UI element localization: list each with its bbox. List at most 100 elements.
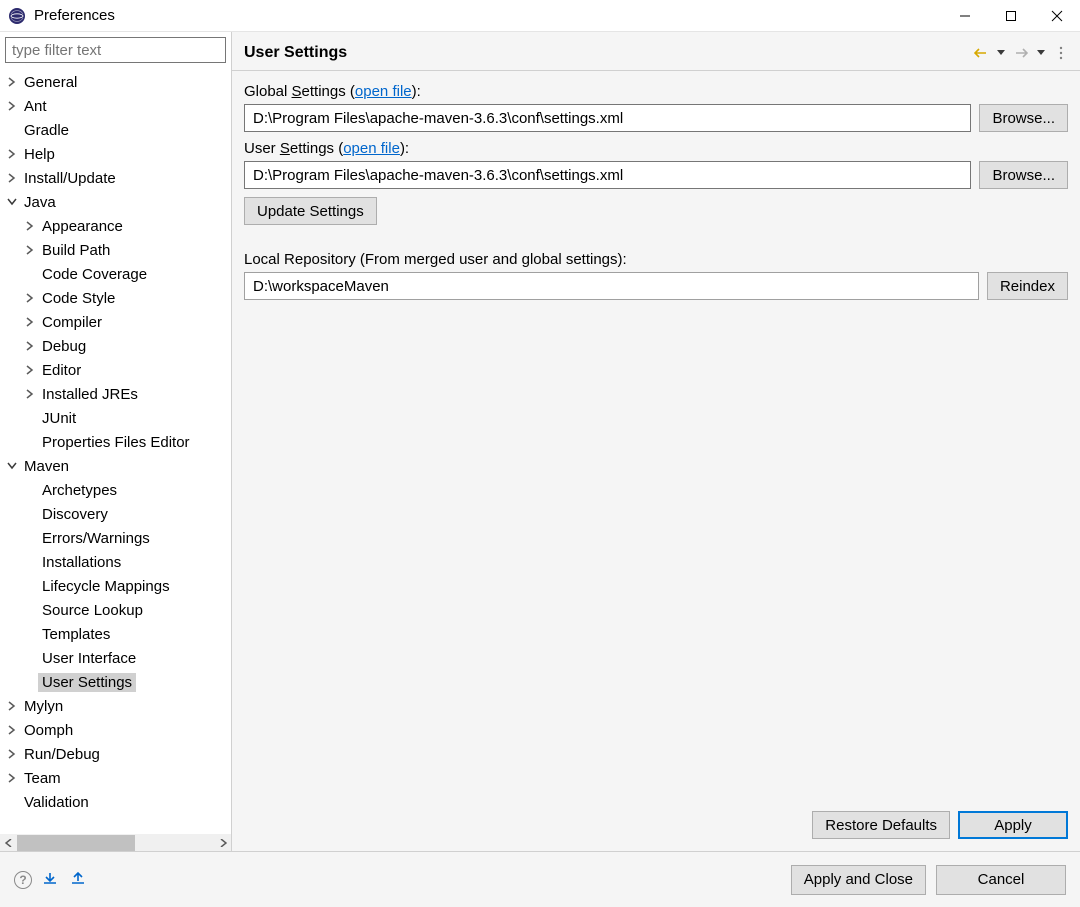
apply-and-close-button[interactable]: Apply and Close — [791, 865, 926, 895]
chevron-right-icon[interactable] — [4, 746, 20, 762]
tree-item-oomph[interactable]: Oomph — [0, 718, 231, 742]
scroll-left-icon[interactable] — [0, 835, 17, 852]
tree-item-label: Ant — [20, 97, 51, 116]
tree-item-install-update[interactable]: Install/Update — [0, 166, 231, 190]
window-buttons — [942, 0, 1080, 32]
tree-item-maven-lifecycle[interactable]: Lifecycle Mappings — [0, 574, 231, 598]
tree-item-maven-discovery[interactable]: Discovery — [0, 502, 231, 526]
footer-right: Apply and Close Cancel — [791, 865, 1066, 895]
tree-item-label: User Settings — [38, 673, 136, 692]
reindex-button[interactable]: Reindex — [987, 272, 1068, 300]
filter-wrap — [0, 32, 231, 68]
tree-item-label: Install/Update — [20, 169, 120, 188]
tree-item-maven[interactable]: Maven — [0, 454, 231, 478]
chevron-right-icon[interactable] — [22, 362, 38, 378]
back-icon[interactable] — [974, 46, 988, 60]
update-settings-button[interactable]: Update Settings — [244, 197, 377, 225]
chevron-right-icon[interactable] — [4, 722, 20, 738]
minimize-button[interactable] — [942, 0, 988, 32]
footer-left: ? — [14, 871, 88, 889]
forward-menu-icon[interactable] — [1034, 46, 1048, 60]
tree-item-label: Help — [20, 145, 59, 164]
tree-item-rundebug[interactable]: Run/Debug — [0, 742, 231, 766]
chevron-right-icon[interactable] — [4, 74, 20, 90]
help-icon[interactable]: ? — [14, 871, 32, 889]
tree-wrap: General Ant Gradle Help Install/Update JavaAp… — [0, 68, 231, 834]
tree-item-maven-ui[interactable]: User Interface — [0, 646, 231, 670]
user-settings-label: User Settings (open file): — [244, 140, 1068, 157]
chevron-right-icon[interactable] — [22, 314, 38, 330]
tree-item-java-debug[interactable]: Debug — [0, 334, 231, 358]
forward-icon[interactable] — [1014, 46, 1028, 60]
global-browse-button[interactable]: Browse... — [979, 104, 1068, 132]
tree-item-label: Oomph — [20, 721, 77, 740]
global-open-file-link[interactable]: open file — [355, 83, 412, 100]
user-browse-button[interactable]: Browse... — [979, 161, 1068, 189]
export-prefs-icon[interactable] — [70, 871, 88, 889]
global-settings-input[interactable] — [244, 104, 971, 132]
tree-item-java-junit[interactable]: JUnit — [0, 406, 231, 430]
close-button[interactable] — [1034, 0, 1080, 32]
window-title: Preferences — [34, 7, 942, 24]
preferences-tree[interactable]: General Ant Gradle Help Install/Update JavaAp… — [0, 68, 231, 834]
tree-item-java-codestyle[interactable]: Code Style — [0, 286, 231, 310]
tree-item-maven-usersettings[interactable]: User Settings — [0, 670, 231, 694]
tree-item-label: Gradle — [20, 121, 73, 140]
chevron-right-icon[interactable] — [22, 218, 38, 234]
scroll-right-icon[interactable] — [214, 835, 231, 852]
chevron-right-icon[interactable] — [4, 770, 20, 786]
back-menu-icon[interactable] — [994, 46, 1008, 60]
page-button-bar: Restore Defaults Apply — [244, 793, 1068, 839]
chevron-right-icon[interactable] — [4, 146, 20, 162]
chevron-right-icon[interactable] — [4, 98, 20, 114]
tree-item-java-buildpath[interactable]: Build Path — [0, 238, 231, 262]
chevron-right-icon[interactable] — [4, 170, 20, 186]
tree-item-maven-srclookup[interactable]: Source Lookup — [0, 598, 231, 622]
tree-item-maven-install[interactable]: Installations — [0, 550, 231, 574]
tree-item-java-appearance[interactable]: Appearance — [0, 214, 231, 238]
tree-item-team[interactable]: Team — [0, 766, 231, 790]
tree-item-label: Errors/Warnings — [38, 529, 154, 548]
tree-item-java-editor[interactable]: Editor — [0, 358, 231, 382]
tree-item-label: Debug — [38, 337, 90, 356]
maximize-button[interactable] — [988, 0, 1034, 32]
cancel-button[interactable]: Cancel — [936, 865, 1066, 895]
tree-item-maven-archetypes[interactable]: Archetypes — [0, 478, 231, 502]
chevron-down-icon[interactable] — [4, 194, 20, 210]
tree-item-maven-errwarn[interactable]: Errors/Warnings — [0, 526, 231, 550]
chevron-right-icon[interactable] — [22, 386, 38, 402]
chevron-down-icon[interactable] — [4, 458, 20, 474]
tree-item-java-jres[interactable]: Installed JREs — [0, 382, 231, 406]
chevron-right-icon[interactable] — [4, 698, 20, 714]
page-body: Global Settings (open file): Browse... U… — [232, 70, 1080, 851]
tree-h-scrollbar[interactable] — [0, 834, 231, 851]
scroll-track[interactable] — [17, 835, 214, 851]
chevron-right-icon[interactable] — [22, 242, 38, 258]
tree-item-java-compiler[interactable]: Compiler — [0, 310, 231, 334]
view-menu-icon[interactable] — [1054, 46, 1068, 60]
apply-button[interactable]: Apply — [958, 811, 1068, 839]
import-prefs-icon[interactable] — [42, 871, 60, 889]
chevron-right-icon[interactable] — [22, 338, 38, 354]
tree-item-java[interactable]: Java — [0, 190, 231, 214]
tree-item-general[interactable]: General — [0, 70, 231, 94]
user-open-file-link[interactable]: open file — [343, 140, 400, 157]
tree-item-java-codecoverage[interactable]: Code Coverage — [0, 262, 231, 286]
user-settings-input[interactable] — [244, 161, 971, 189]
tree-item-ant[interactable]: Ant — [0, 94, 231, 118]
tree-item-help[interactable]: Help — [0, 142, 231, 166]
page-header: User Settings — [232, 32, 1080, 70]
eclipse-icon — [8, 7, 26, 25]
filter-input[interactable] — [5, 37, 226, 63]
restore-defaults-button[interactable]: Restore Defaults — [812, 811, 950, 839]
tree-item-java-props[interactable]: Properties Files Editor — [0, 430, 231, 454]
tree-item-label: User Interface — [38, 649, 140, 668]
tree-item-gradle[interactable]: Gradle — [0, 118, 231, 142]
scroll-thumb[interactable] — [17, 835, 135, 851]
local-repo-input — [244, 272, 979, 300]
tree-item-maven-templates[interactable]: Templates — [0, 622, 231, 646]
chevron-right-icon[interactable] — [22, 290, 38, 306]
tree-item-label: General — [20, 73, 81, 92]
tree-item-validation[interactable]: Validation — [0, 790, 231, 814]
tree-item-mylyn[interactable]: Mylyn — [0, 694, 231, 718]
